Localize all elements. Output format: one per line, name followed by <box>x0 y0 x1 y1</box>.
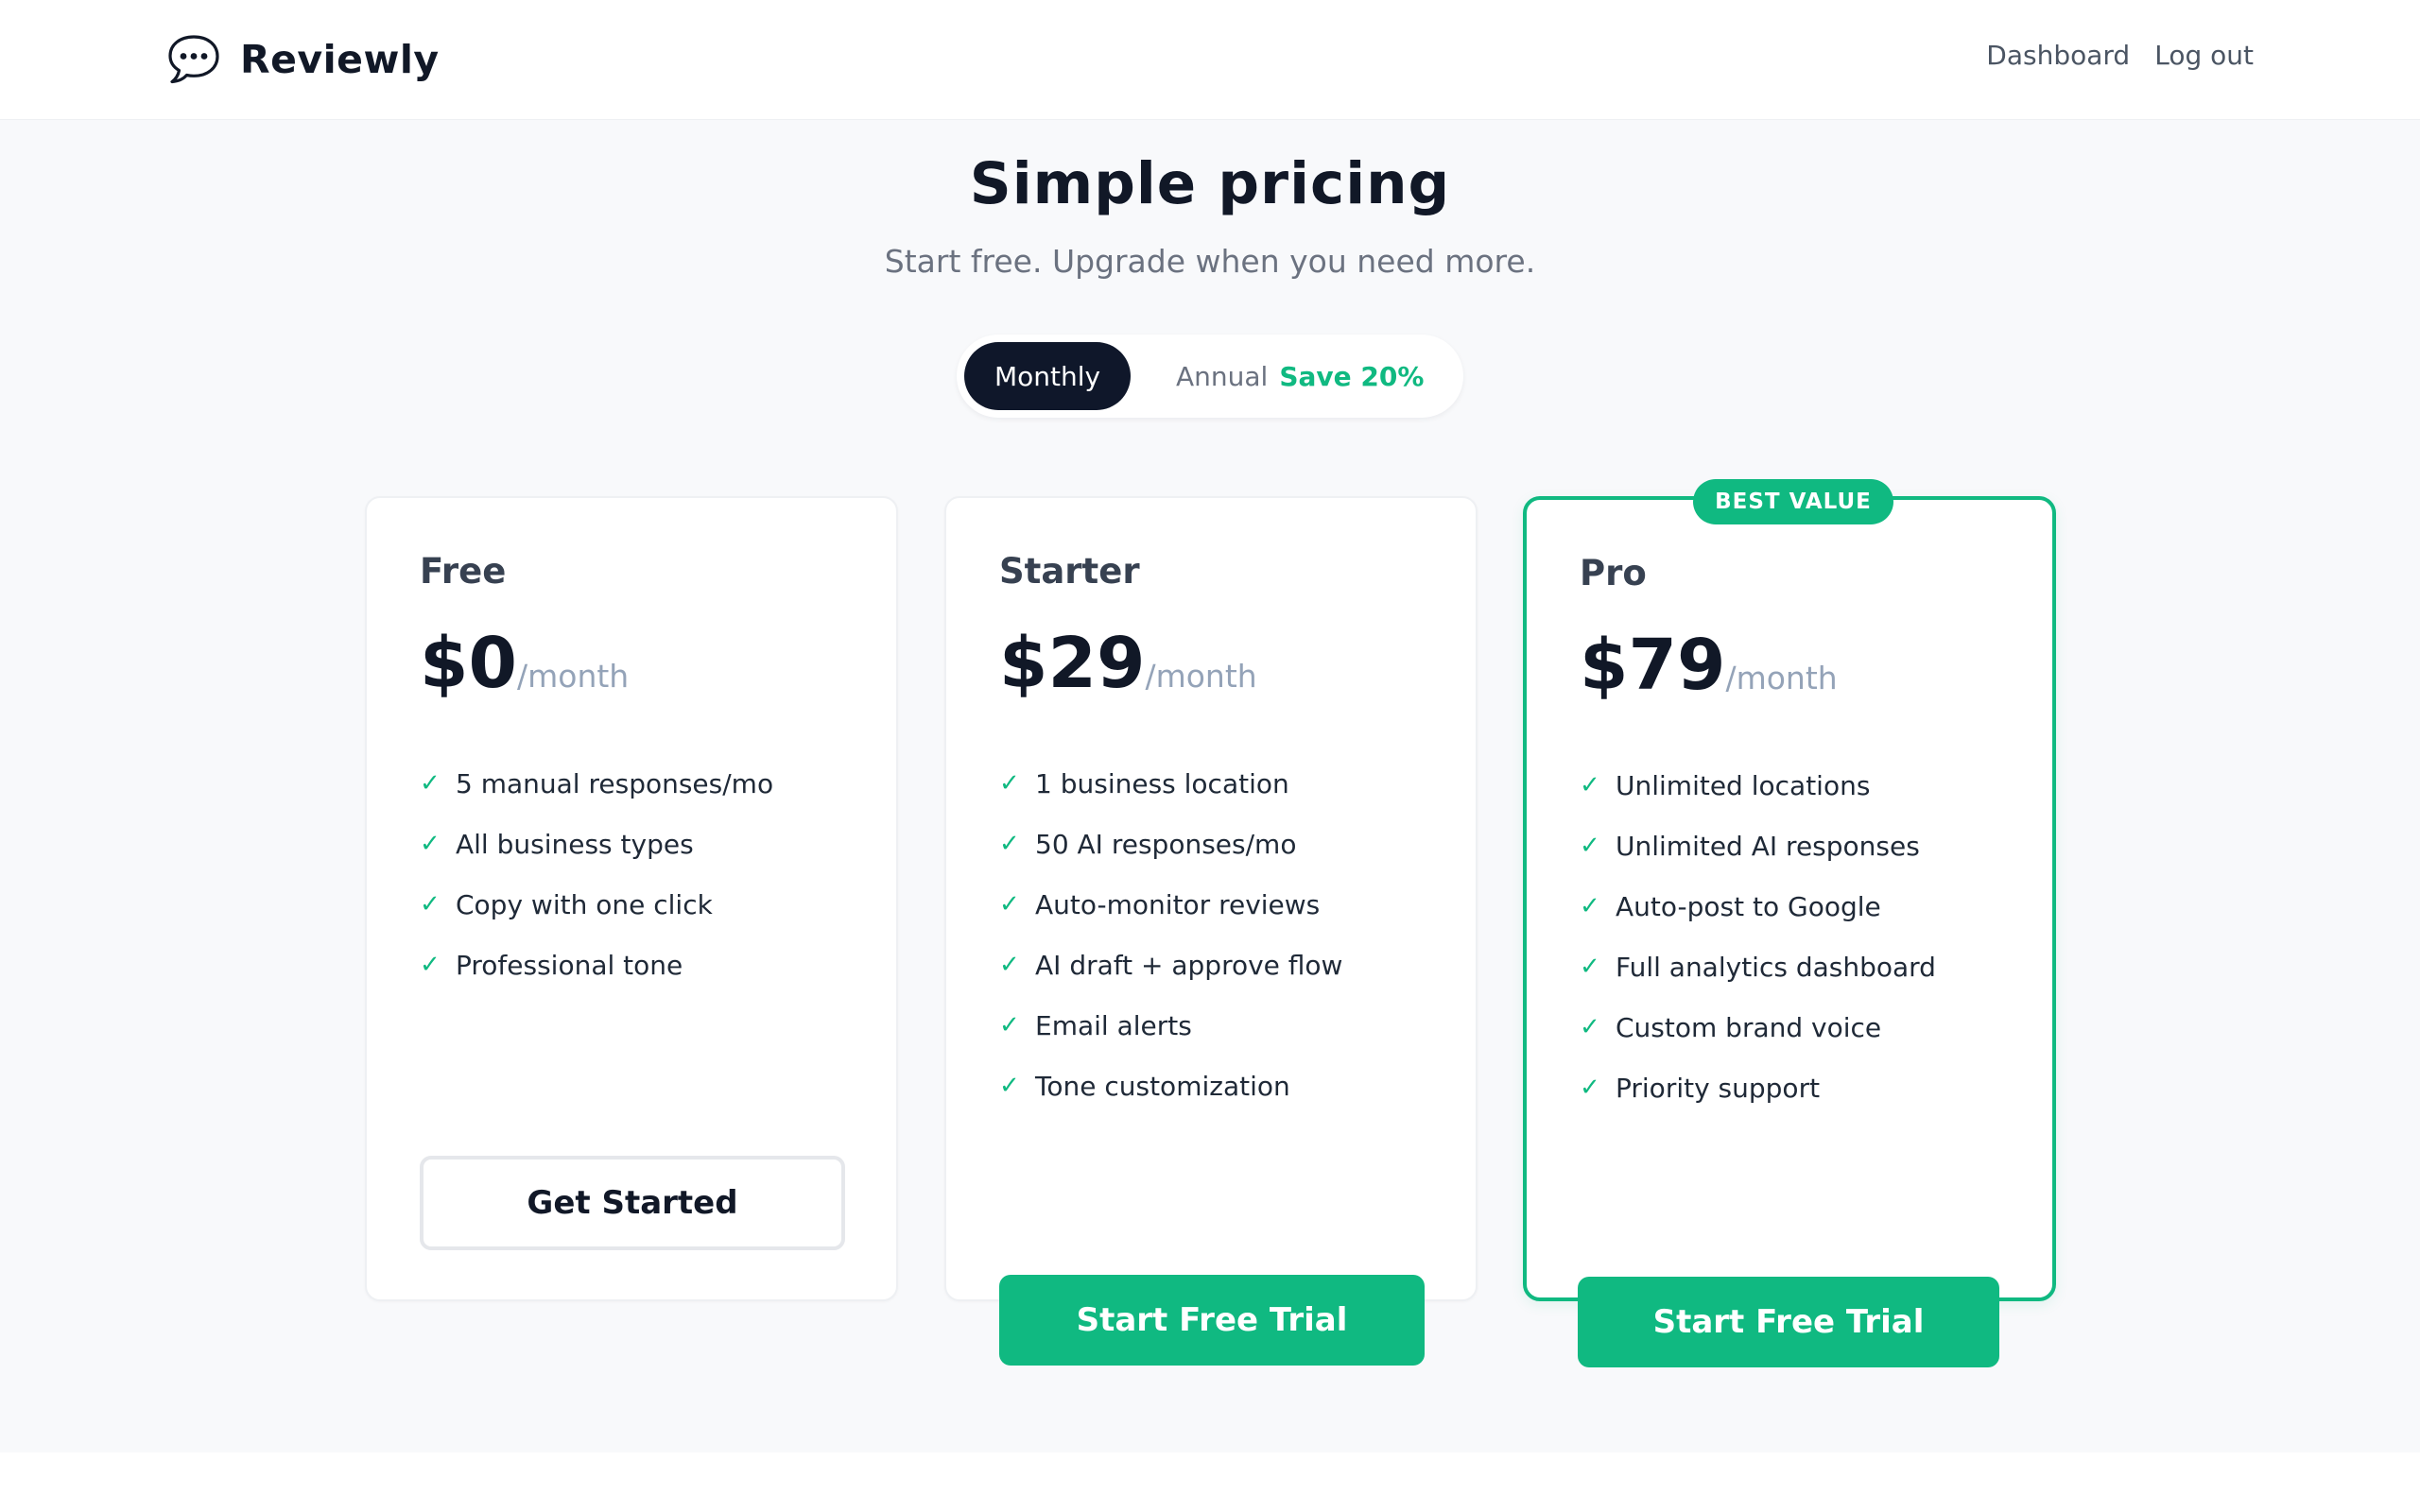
logout-link[interactable]: Log out <box>2154 40 2254 71</box>
price-period: /month <box>1725 660 1838 696</box>
feature-list: ✓ 5 manual responses/mo ✓ All business typ… <box>420 753 773 995</box>
feature-text: Full analytics dashboard <box>1616 951 1936 983</box>
feature-item: ✓ Auto-post to Google <box>1580 876 1936 936</box>
monthly-toggle-option[interactable]: Monthly <box>964 342 1131 410</box>
page-title: Simple pricing <box>969 150 1451 217</box>
brand-name: Reviewly <box>240 37 440 82</box>
check-icon: ✓ <box>1580 771 1600 799</box>
start-free-trial-button[interactable]: Start Free Trial <box>1578 1277 1999 1367</box>
feature-text: Auto-post to Google <box>1616 890 1881 922</box>
check-icon: ✓ <box>420 951 441 979</box>
feature-item: ✓ All business types <box>420 814 773 874</box>
page-subtitle: Start free. Upgrade when you need more. <box>884 243 1536 280</box>
check-icon: ✓ <box>999 951 1020 979</box>
top-navigation-bar: Reviewly Dashboard Log out <box>0 0 2420 120</box>
billing-period-toggle: Monthly Annual Save 20% <box>957 335 1463 418</box>
plan-price: $0 <box>420 623 517 704</box>
feature-text: Auto-monitor reviews <box>1035 888 1321 920</box>
header-nav: Dashboard Log out <box>1986 40 2254 71</box>
start-free-trial-button[interactable]: Start Free Trial <box>999 1275 1425 1366</box>
price-row: $79 /month <box>1580 625 1838 706</box>
feature-item: ✓ AI draft + approve flow <box>999 935 1342 995</box>
check-icon: ✓ <box>999 830 1020 858</box>
feature-list: ✓ 1 business location ✓ 50 AI responses/mo… <box>999 753 1342 1116</box>
feature-text: Unlimited locations <box>1616 769 1871 801</box>
check-icon: ✓ <box>999 769 1020 798</box>
feature-text: Custom brand voice <box>1616 1011 1882 1043</box>
check-icon: ✓ <box>420 830 441 858</box>
feature-item: ✓ 50 AI responses/mo <box>999 814 1342 874</box>
feature-text: Tone customization <box>1035 1070 1290 1102</box>
price-row: $0 /month <box>420 623 629 704</box>
feature-item: ✓ Unlimited AI responses <box>1580 816 1936 876</box>
plan-name: Starter <box>999 551 1140 592</box>
plan-name: Pro <box>1580 553 1647 593</box>
plan-name: Free <box>420 551 507 592</box>
feature-item: ✓ Tone customization <box>999 1056 1342 1116</box>
price-row: $29 /month <box>999 623 1257 704</box>
feature-list: ✓ Unlimited locations ✓ Unlimited AI respo… <box>1580 755 1936 1118</box>
plan-card-starter: Starter $29 /month ✓ 1 business location … <box>944 496 1478 1366</box>
check-icon: ✓ <box>1580 832 1600 860</box>
price-period: /month <box>1145 658 1257 695</box>
feature-text: 50 AI responses/mo <box>1035 828 1297 860</box>
check-icon: ✓ <box>999 890 1020 919</box>
feature-item: ✓ 5 manual responses/mo <box>420 753 773 814</box>
feature-item: ✓ Custom brand voice <box>1580 997 1936 1057</box>
best-value-badge: BEST VALUE <box>1693 479 1893 524</box>
annual-toggle-option[interactable]: Annual Save 20% <box>1176 342 1424 410</box>
feature-item: ✓ Email alerts <box>999 995 1342 1056</box>
feature-text: Priority support <box>1616 1072 1821 1104</box>
annual-label: Annual <box>1176 360 1269 392</box>
get-started-button[interactable]: Get Started <box>420 1156 845 1250</box>
check-icon: ✓ <box>1580 892 1600 920</box>
check-icon: ✓ <box>420 769 441 798</box>
plan-price: $79 <box>1580 625 1726 706</box>
feature-item: ✓ 1 business location <box>999 753 1342 814</box>
feature-text: Unlimited AI responses <box>1616 830 1920 862</box>
feature-item: ✓ Professional tone <box>420 935 773 995</box>
plan-card-free: Free $0 /month ✓ 5 manual responses/mo ✓ A… <box>365 496 898 1301</box>
feature-item: ✓ Priority support <box>1580 1057 1936 1118</box>
price-period: /month <box>516 658 630 695</box>
pricing-section: Simple pricing Start free. Upgrade when … <box>0 120 2420 1452</box>
speech-bubble-icon <box>168 35 219 84</box>
page-footer-band <box>0 1452 2420 1512</box>
plan-card-pro: BEST VALUE Pro $79 /month ✓ Unlimited loc… <box>1523 479 2056 1367</box>
plan-price: $29 <box>999 623 1146 704</box>
check-icon: ✓ <box>999 1072 1020 1100</box>
brand[interactable]: Reviewly <box>166 32 440 87</box>
feature-text: 5 manual responses/mo <box>456 767 774 799</box>
feature-text: All business types <box>456 828 694 860</box>
check-icon: ✓ <box>1580 1013 1600 1041</box>
feature-item: ✓ Unlimited locations <box>1580 755 1936 816</box>
feature-item: ✓ Copy with one click <box>420 874 773 935</box>
feature-text: Professional tone <box>456 949 683 981</box>
feature-item: ✓ Auto-monitor reviews <box>999 874 1342 935</box>
check-icon: ✓ <box>1580 1074 1600 1102</box>
feature-item: ✓ Full analytics dashboard <box>1580 936 1936 997</box>
check-icon: ✓ <box>999 1011 1020 1040</box>
annual-savings-badge: Save 20% <box>1279 360 1425 392</box>
feature-text: AI draft + approve flow <box>1035 949 1343 981</box>
check-icon: ✓ <box>1580 953 1600 981</box>
feature-text: Email alerts <box>1035 1009 1192 1041</box>
feature-text: 1 business location <box>1035 767 1289 799</box>
feature-text: Copy with one click <box>456 888 713 920</box>
dashboard-link[interactable]: Dashboard <box>1986 40 2130 71</box>
check-icon: ✓ <box>420 890 441 919</box>
